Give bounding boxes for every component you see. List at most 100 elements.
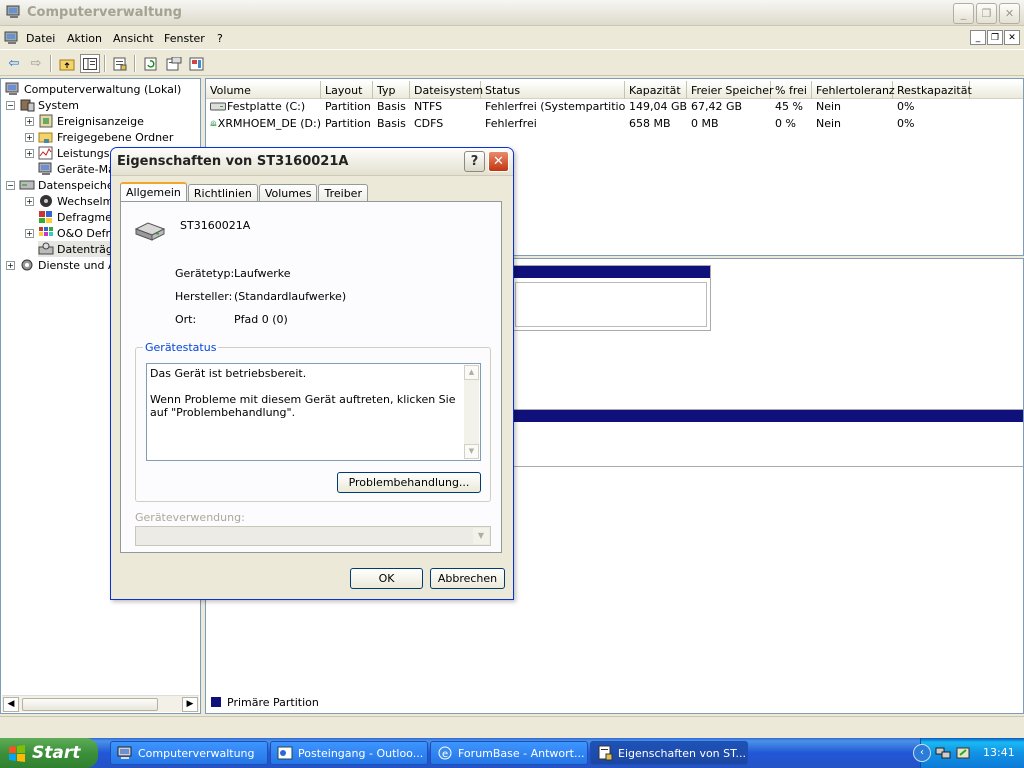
table-row[interactable]: XRMHOEM_DE (D:) Partition Basis CDFS Feh…	[206, 115, 1023, 132]
chevron-left-icon[interactable]: ‹	[913, 744, 931, 762]
tree-item-label: Freigegebene Ordner	[57, 130, 174, 144]
legend-label: Primäre Partition	[227, 695, 319, 709]
up-folder-icon[interactable]	[57, 54, 77, 73]
scroll-right-arrow-icon[interactable]: ▶	[182, 697, 198, 712]
tree-item-services[interactable]: + Dienste und A	[6, 257, 116, 273]
tab-driver[interactable]: Treiber	[318, 184, 368, 202]
cancel-button[interactable]: Abbrechen	[430, 568, 505, 589]
col-volume[interactable]: Volume	[206, 81, 321, 99]
col-capacity[interactable]: Kapazität	[625, 81, 687, 99]
cdrom-0-partition[interactable]	[511, 409, 1023, 467]
cell-filesystem: CDFS	[414, 117, 444, 130]
windows-logo-icon	[9, 745, 25, 762]
scroll-left-arrow-icon[interactable]: ◀	[3, 697, 19, 712]
window-title: Computerverwaltung	[27, 5, 182, 20]
tree-item-performance[interactable]: + Leistungsp	[25, 145, 116, 161]
tree-item-oo-defrag[interactable]: + O&O Defra	[25, 225, 117, 241]
help-button[interactable]: ?	[464, 151, 485, 172]
forward-arrow-icon[interactable]: ⇨	[26, 54, 46, 73]
col-overhead[interactable]: Restkapazität	[893, 81, 972, 99]
cell-capacity: 149,04 GB	[629, 100, 687, 113]
network-icon[interactable]	[935, 745, 951, 761]
volume-name: Festplatte (C:)	[227, 100, 306, 113]
table-row[interactable]: Festplatte (C:) Partition Basis NTFS Feh…	[206, 98, 1023, 115]
col-free-space[interactable]: Freier Speicher	[687, 81, 774, 99]
tab-general[interactable]: Allgemein	[120, 182, 187, 203]
help-icon[interactable]	[187, 54, 207, 73]
troubleshoot-button[interactable]: Problembehandlung...	[337, 472, 481, 493]
disk-0-partition[interactable]	[511, 265, 711, 331]
export-list-icon[interactable]	[164, 54, 184, 73]
safely-remove-icon[interactable]	[955, 745, 971, 761]
menu-fenster[interactable]: Fenster	[164, 32, 205, 45]
properties-dialog: Eigenschaften von ST3160021A ? ✕ Allgeme…	[110, 147, 514, 600]
cell-fault-tolerance: Nein	[816, 117, 842, 130]
scroll-up-arrow-icon[interactable]: ▲	[464, 365, 479, 380]
mdi-restore-button[interactable]: ❐	[987, 30, 1003, 45]
device-status-group: Gerätestatus Das Gerät ist betriebsberei…	[135, 341, 491, 502]
collapse-icon[interactable]: −	[6, 180, 15, 190]
show-tree-icon[interactable]	[80, 54, 100, 73]
status-vertical-scrollbar[interactable]: ▲ ▼	[464, 365, 479, 459]
tree-item-removable-storage[interactable]: + Wechselme	[25, 193, 120, 209]
tree-horizontal-scrollbar[interactable]: ◀ ▶	[2, 695, 199, 712]
tree-item-device-manager[interactable]: Geräte-Ma	[38, 161, 115, 177]
col-filesystem[interactable]: Dateisystem	[410, 81, 483, 99]
start-button[interactable]: Start	[0, 738, 98, 768]
col-type[interactable]: Typ	[373, 81, 410, 99]
expand-icon[interactable]: +	[25, 132, 34, 142]
back-arrow-icon[interactable]: ⇦	[4, 54, 24, 73]
tree-item-disk-management[interactable]: Datenträg	[38, 241, 113, 257]
taskbar: Start Computerverwaltung Posteingang - O…	[0, 738, 1024, 768]
cell-layout: Partition	[325, 100, 371, 113]
col-fault-tolerance[interactable]: Fehlertoleranz	[812, 81, 895, 99]
minimize-button[interactable]: _	[953, 3, 974, 24]
partition-legend: Primäre Partition	[205, 692, 319, 712]
properties-icon[interactable]	[110, 54, 130, 73]
col-percent-free[interactable]: % frei	[771, 81, 812, 99]
scroll-down-arrow-icon[interactable]: ▼	[464, 444, 479, 459]
device-status-text[interactable]: Das Gerät ist betriebsbereit. Wenn Probl…	[146, 363, 481, 461]
mdi-minimize-button[interactable]: _	[970, 30, 986, 45]
system-menu-icon[interactable]	[4, 31, 20, 45]
col-status[interactable]: Status	[481, 81, 625, 99]
tab-policies[interactable]: Richtlinien	[187, 184, 258, 202]
dialog-close-button[interactable]: ✕	[488, 151, 509, 172]
tree-item-label: Datenträg	[57, 242, 113, 256]
tree-item-shared-folders[interactable]: + Freigegebene Ordner	[25, 129, 173, 145]
expand-icon[interactable]: +	[6, 260, 15, 270]
taskbar-item-browser[interactable]: e ForumBase - Antwort...	[430, 741, 588, 765]
taskbar-item-outlook[interactable]: Posteingang - Outloo...	[270, 741, 428, 765]
tree-item-system[interactable]: − System	[6, 97, 79, 113]
expand-icon[interactable]: +	[25, 228, 34, 238]
manufacturer-label: Hersteller:	[175, 290, 233, 303]
cell-status: Fehlerfrei (Systempartition)	[485, 100, 625, 113]
menu-ansicht[interactable]: Ansicht	[113, 32, 154, 45]
dialog-title-bar[interactable]: Eigenschaften von ST3160021A ? ✕	[111, 148, 513, 176]
tree-item-defrag[interactable]: Defragmen	[38, 209, 119, 225]
refresh-icon[interactable]	[141, 54, 161, 73]
menu-datei[interactable]: Datei	[26, 32, 55, 45]
expand-icon[interactable]: +	[25, 148, 34, 158]
tree-item-event-viewer[interactable]: + Ereignisanzeige	[25, 113, 144, 129]
maximize-button[interactable]: ❐	[976, 3, 997, 24]
properties-icon	[598, 745, 613, 761]
task-label: ForumBase - Antwort...	[458, 746, 585, 760]
col-layout[interactable]: Layout	[321, 81, 373, 99]
expand-icon[interactable]: +	[25, 116, 34, 126]
status-bar	[0, 716, 1024, 738]
hard-disk-icon	[134, 222, 166, 241]
tree-item-storage[interactable]: − Datenspeicher	[6, 177, 118, 193]
tree-root[interactable]: Computerverwaltung (Lokal)	[5, 81, 181, 97]
collapse-icon[interactable]: −	[6, 100, 15, 110]
menu-aktion[interactable]: Aktion	[67, 32, 102, 45]
scroll-thumb[interactable]	[22, 698, 158, 711]
taskbar-item-computer-management[interactable]: Computerverwaltung	[110, 741, 268, 765]
expand-icon[interactable]: +	[25, 196, 34, 206]
taskbar-item-properties[interactable]: Eigenschaften von ST...	[590, 741, 748, 765]
close-button[interactable]: ✕	[999, 3, 1020, 24]
mdi-close-button[interactable]: ✕	[1004, 30, 1020, 45]
tab-volumes[interactable]: Volumes	[258, 184, 318, 202]
menu-help[interactable]: ?	[217, 32, 223, 45]
ok-button[interactable]: OK	[350, 568, 423, 589]
